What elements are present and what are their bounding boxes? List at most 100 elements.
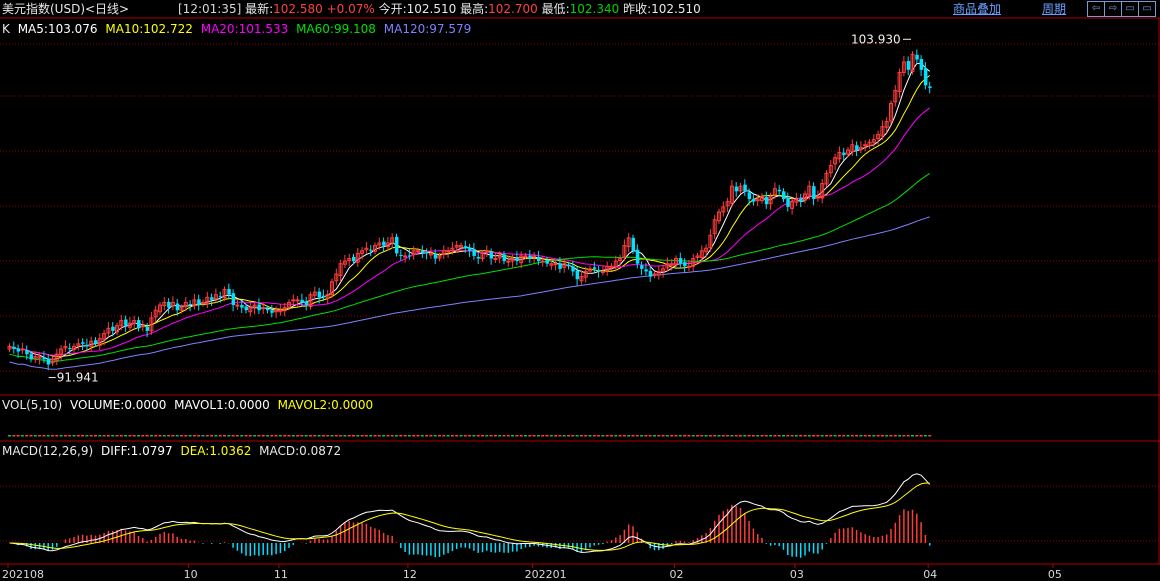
volume-bar [670, 435, 674, 437]
kline-chart[interactable]: 202108 10 11 12 202201 02 03 04 05 103.930 91.94… [0, 0, 1160, 581]
volume-bar [683, 435, 687, 437]
candle [411, 246, 416, 260]
volume-bar [455, 435, 459, 437]
candle-body [145, 326, 150, 331]
candle [12, 341, 16, 354]
volume-bar [300, 435, 304, 437]
candle [197, 294, 201, 311]
min-price-label: 91.941 [57, 371, 99, 385]
volume-bar [588, 435, 592, 437]
volume-bar [868, 435, 871, 437]
x-tick-label: 202201 [525, 568, 567, 581]
volume-bar [515, 435, 519, 437]
candle [282, 302, 287, 317]
candle-body [493, 258, 498, 261]
volume-bar [46, 435, 50, 437]
candle [132, 315, 137, 330]
volume-bar [708, 435, 712, 437]
candle-body [786, 198, 790, 207]
candle [50, 356, 55, 367]
candle [605, 261, 610, 276]
candle-body [635, 249, 640, 264]
volume-bar [816, 435, 820, 437]
volume-bar [545, 435, 549, 437]
candle [484, 245, 489, 257]
volume-bar [696, 435, 699, 437]
ma10-line [9, 75, 931, 358]
volume-bar [442, 435, 446, 437]
candle [613, 255, 618, 272]
candle-body [640, 265, 644, 269]
candle [553, 259, 558, 271]
volume-bar [283, 435, 287, 437]
volume-bar [635, 435, 639, 437]
candle [257, 298, 261, 315]
candle-body [425, 252, 429, 254]
candle [476, 252, 481, 264]
candle [153, 305, 158, 323]
candle [334, 268, 339, 286]
volume-bar [429, 435, 433, 437]
candle-body [558, 263, 562, 269]
volume-bar [343, 435, 347, 437]
candle-body [85, 344, 89, 347]
candle [201, 299, 205, 307]
volume-bar [837, 435, 841, 437]
volume-bar [893, 435, 897, 437]
candle [721, 201, 726, 217]
candle-body [188, 304, 193, 306]
candle [928, 81, 932, 94]
candle-body [16, 348, 21, 352]
candle [717, 208, 721, 224]
volume-bar [472, 435, 476, 437]
volume-bar [339, 435, 343, 437]
candle [441, 245, 446, 260]
x-tick-label: 202108 [2, 568, 44, 581]
volume-bar [231, 435, 235, 437]
candle [468, 243, 472, 257]
volume-bar [803, 435, 807, 437]
candle [382, 237, 386, 252]
volume-bar [8, 435, 11, 437]
volume-bar [665, 435, 669, 437]
candle-body [799, 198, 803, 202]
candle-body [523, 255, 528, 258]
volume-bar [218, 435, 222, 437]
volume-bar [713, 435, 717, 437]
volume-bar [880, 435, 884, 437]
volume-bar [700, 435, 704, 437]
volume-bar [567, 435, 570, 437]
volume-bar [730, 435, 734, 437]
volume-bar [274, 435, 278, 437]
candle-body [68, 347, 72, 349]
candle [704, 244, 709, 258]
volume-bar [386, 435, 390, 437]
volume-bar [601, 435, 605, 437]
candle-body [928, 86, 932, 88]
candle [640, 261, 644, 276]
candle [609, 263, 614, 271]
candle [205, 291, 210, 309]
candle-body [553, 263, 558, 266]
volume-bar [132, 435, 136, 437]
volume-bar [928, 435, 932, 437]
volume-bar [416, 435, 420, 437]
candle [127, 316, 132, 332]
candle [588, 265, 592, 275]
candle [312, 286, 317, 300]
volume-bar [180, 435, 183, 437]
volume-bar [137, 435, 140, 437]
volume-bar [38, 435, 42, 437]
volume-bar [502, 435, 506, 437]
volume-bar [450, 435, 454, 437]
candle [760, 193, 764, 204]
volume-bar [721, 435, 725, 437]
volume-bar [261, 435, 265, 437]
volume-bar [571, 435, 575, 437]
candle [395, 233, 399, 257]
candle [472, 243, 476, 260]
volume-bar [16, 435, 20, 437]
candle [699, 245, 704, 263]
volume-bar [631, 435, 635, 437]
candle-body [567, 264, 571, 267]
